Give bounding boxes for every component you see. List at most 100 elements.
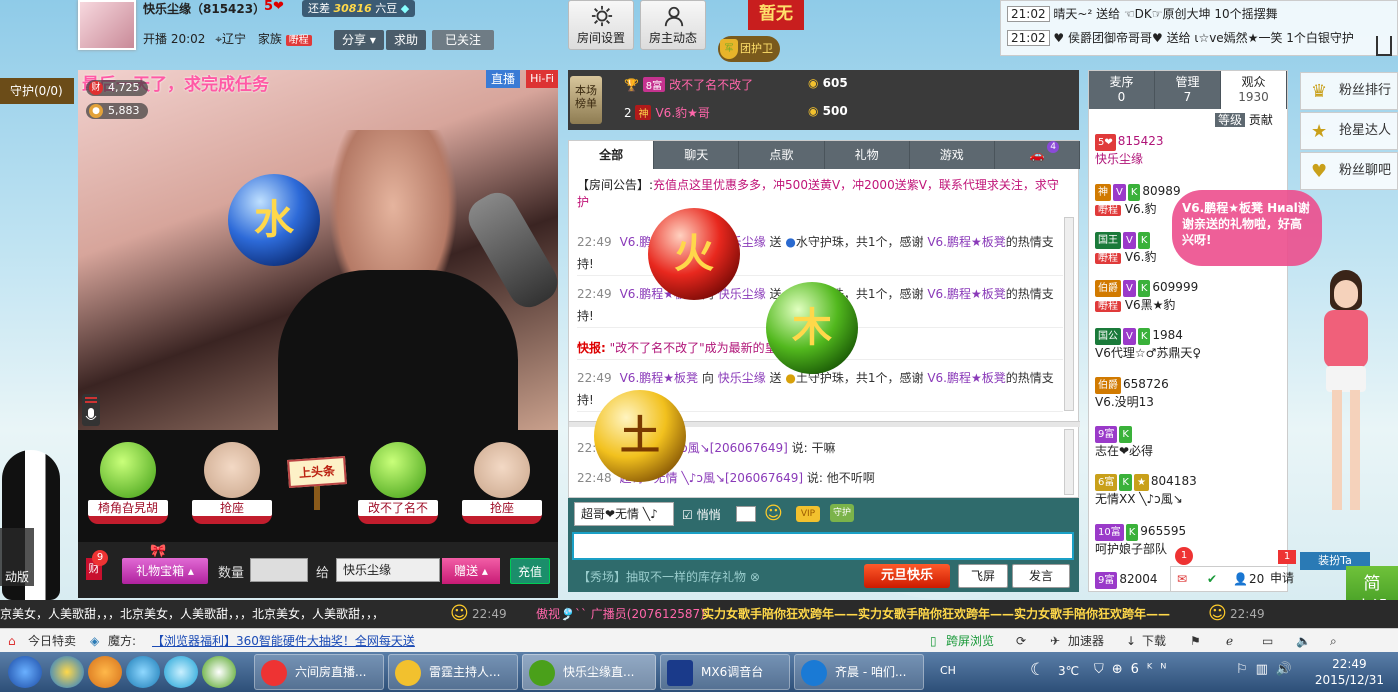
flag-icon[interactable]: ⚑ <box>1190 629 1201 653</box>
browser-e2-icon[interactable] <box>164 656 198 688</box>
seat-4[interactable]: 抢座 <box>458 440 546 530</box>
tab-mic-queue[interactable]: 麦序 0 <box>1089 71 1155 109</box>
msg-thanks-user[interactable]: V6.鹏程★板凳 <box>927 371 1005 385</box>
guard-count[interactable]: 守护(0/0) <box>0 78 74 104</box>
image-icon[interactable] <box>736 506 756 522</box>
hifi-badge[interactable]: Hi-Fi <box>526 70 558 88</box>
to-user-select[interactable]: 超哥❤无情 ╲♪ <box>574 502 674 526</box>
video-stream[interactable]: 直播 Hi-Fi <box>78 70 558 430</box>
room-settings-button[interactable]: 房间设置 <box>568 0 634 50</box>
media-player-icon[interactable] <box>88 656 122 688</box>
recharge-button[interactable]: 充值 <box>510 558 550 584</box>
star-grab-button[interactable]: ★ 抢星达人 <box>1300 112 1398 150</box>
host-news-button[interactable]: 房主动态 <box>640 0 706 50</box>
apply-button[interactable]: 申请 <box>1270 566 1300 592</box>
family-tag[interactable]: 嘢程 <box>285 35 312 46</box>
taskbar-item[interactable]: MX6调音台 <box>660 654 790 690</box>
tab-audience[interactable]: 观众 1930 <box>1221 71 1287 109</box>
vip-icon[interactable]: VIP <box>796 506 820 522</box>
download-button[interactable]: 下载 <box>1142 629 1166 653</box>
tab-admins[interactable]: 管理 7 <box>1155 71 1221 109</box>
promo-link[interactable]: 【秀场】抽取不一样的库存礼物 ⊗ <box>578 568 760 585</box>
seat-1[interactable]: 椅角旮旯胡 <box>84 440 172 530</box>
follow-button[interactable]: 已关注 <box>432 30 494 50</box>
user-row[interactable]: 伯爵 V K 609999 嘢程 V6黑★豹 <box>1095 279 1283 315</box>
msg-thanks-user[interactable]: V6.鹏程★板凳 <box>927 235 1005 249</box>
tab-car[interactable]: 🚗 4 <box>995 141 1081 169</box>
ie-icon[interactable]: ℯ <box>1226 629 1233 653</box>
chat-scrollbar[interactable] <box>1064 217 1074 411</box>
refresh-icon[interactable]: ⟳ <box>1016 629 1026 653</box>
sort-contribution[interactable]: 贡献 <box>1249 113 1273 127</box>
tab-gift[interactable]: 礼物 <box>825 141 910 169</box>
mic-icon[interactable] <box>82 394 100 426</box>
whisper-checkbox[interactable]: ☑ 悄悄 <box>682 506 721 523</box>
fan-chat-button[interactable]: ♥ 粉丝聊吧 <box>1300 152 1398 190</box>
taskbar-item[interactable]: 齐晨 - 咱们... <box>794 654 924 690</box>
browser-e-icon[interactable] <box>126 656 160 688</box>
taskbar-item-active[interactable]: 快乐尘缘直... <box>522 654 656 690</box>
anchor-avatar[interactable] <box>78 0 136 50</box>
system-tray-icons[interactable]: ⚐▥🔊 <box>1236 662 1300 677</box>
help-button[interactable]: 求助 <box>386 30 427 50</box>
fan-ranking-button[interactable]: ♛ 粉丝排行 <box>1300 72 1398 110</box>
user-row[interactable]: 伯爵 658726 V6.没明13 <box>1095 376 1283 411</box>
clock[interactable]: 22:49 2015/12/31 <box>1315 656 1384 688</box>
start-button[interactable] <box>8 656 42 688</box>
left-edge-tab[interactable]: 动版 <box>0 528 34 586</box>
recipient-select[interactable]: 快乐尘缘 <box>336 558 440 582</box>
ie-taskbar-icon[interactable] <box>50 656 84 688</box>
360-browser-icon[interactable] <box>202 656 236 688</box>
seat-3[interactable]: 改不了名不 <box>354 440 442 530</box>
user-row[interactable]: 5❤ 815423 快乐尘缘 <box>1095 133 1283 168</box>
accelerator-button[interactable]: 加速器 <box>1068 629 1104 653</box>
share-button[interactable]: 分享 ▾ <box>334 30 384 50</box>
star-badge: ★ <box>1133 474 1149 491</box>
ime-indicator[interactable]: CH <box>940 664 956 677</box>
zoom-icon[interactable]: ⌕ <box>1330 629 1337 653</box>
chat-input[interactable] <box>572 532 1074 560</box>
notification-text: ♥ 侯爵团御帝哥哥♥ 送给 ι☆ve嫣然★一笑 1个白银守护 <box>1053 31 1354 45</box>
new-year-button[interactable]: 元旦快乐 <box>864 564 950 588</box>
private-chat-scrollbar[interactable] <box>1064 429 1074 495</box>
user-row[interactable]: 6富 K ★ 804183 无情XX ╲♪ɔ風↘ <box>1095 473 1283 508</box>
user-row[interactable]: 国公 V K 1984 V6代理☆♂苏鼎天♀ <box>1095 327 1283 362</box>
virtual-assistant-figure[interactable] <box>1316 270 1376 540</box>
guard-icon[interactable]: 守护 <box>830 504 854 522</box>
taskbar-item[interactable]: 六间房直播... <box>254 654 384 690</box>
tab-game[interactable]: 游戏 <box>910 141 995 169</box>
close-icon[interactable]: ✕ <box>660 506 671 521</box>
speak-button[interactable]: 发言 <box>1012 564 1070 588</box>
send-gift-button[interactable]: 赠送 ▴ <box>442 558 500 584</box>
msg-user[interactable]: V6.鹏程★板凳 <box>620 371 698 385</box>
cross-screen-button[interactable]: 跨屏浏览 <box>946 629 994 653</box>
promo-browser-link[interactable]: 【浏览器福利】360智能硬件大抽奖！全网每天送 <box>152 629 415 653</box>
msg-target[interactable]: 快乐尘缘 <box>718 371 766 385</box>
close-circle-icon[interactable]: ⊗ <box>750 570 760 584</box>
msg-target[interactable]: 快乐尘缘 <box>718 287 766 301</box>
expand-icon[interactable] <box>1376 36 1392 56</box>
guard-group-badge[interactable]: 军 团护卫 <box>718 36 780 62</box>
tray-icons[interactable]: ⛉⊕6ᴷᴺ <box>1094 662 1174 677</box>
marquee-user[interactable]: 傲视🎐`` 广播员(207612587): <box>536 600 709 628</box>
mail-icon[interactable]: ✉ <box>1177 567 1187 591</box>
gift-box-button[interactable]: 礼物宝箱 ▴ <box>122 558 208 584</box>
sort-level[interactable]: 等级 <box>1215 113 1246 127</box>
window-icon[interactable]: ▭ <box>1262 629 1273 653</box>
ranking-row[interactable]: 2 神 V6.豹★哥 <box>624 104 710 121</box>
tab-chat[interactable]: 聊天 <box>654 141 740 169</box>
ranking-row[interactable]: 🏆 8富 改不了名不改了 <box>624 76 753 93</box>
emoji-icon[interactable]: ☺ <box>764 503 783 524</box>
tab-all[interactable]: 全部 <box>569 141 655 169</box>
check-icon[interactable]: ✔ <box>1207 567 1217 591</box>
quantity-input[interactable] <box>250 558 308 582</box>
headline-button[interactable]: 上头条 <box>287 456 347 488</box>
user-row[interactable]: 9富 K 志在❤必得 <box>1095 425 1283 460</box>
seat-2[interactable]: 抢座 <box>188 440 276 530</box>
fly-screen-button[interactable]: 飞屏 <box>958 564 1008 588</box>
daily-sale-link[interactable]: 今日特卖 <box>28 629 76 653</box>
msg-thanks-user[interactable]: V6.鹏程★板凳 <box>927 287 1005 301</box>
mute-icon[interactable]: 🔈 <box>1296 629 1311 653</box>
taskbar-item[interactable]: 雷霆主持人... <box>388 654 518 690</box>
tab-song[interactable]: 点歌 <box>739 141 825 169</box>
